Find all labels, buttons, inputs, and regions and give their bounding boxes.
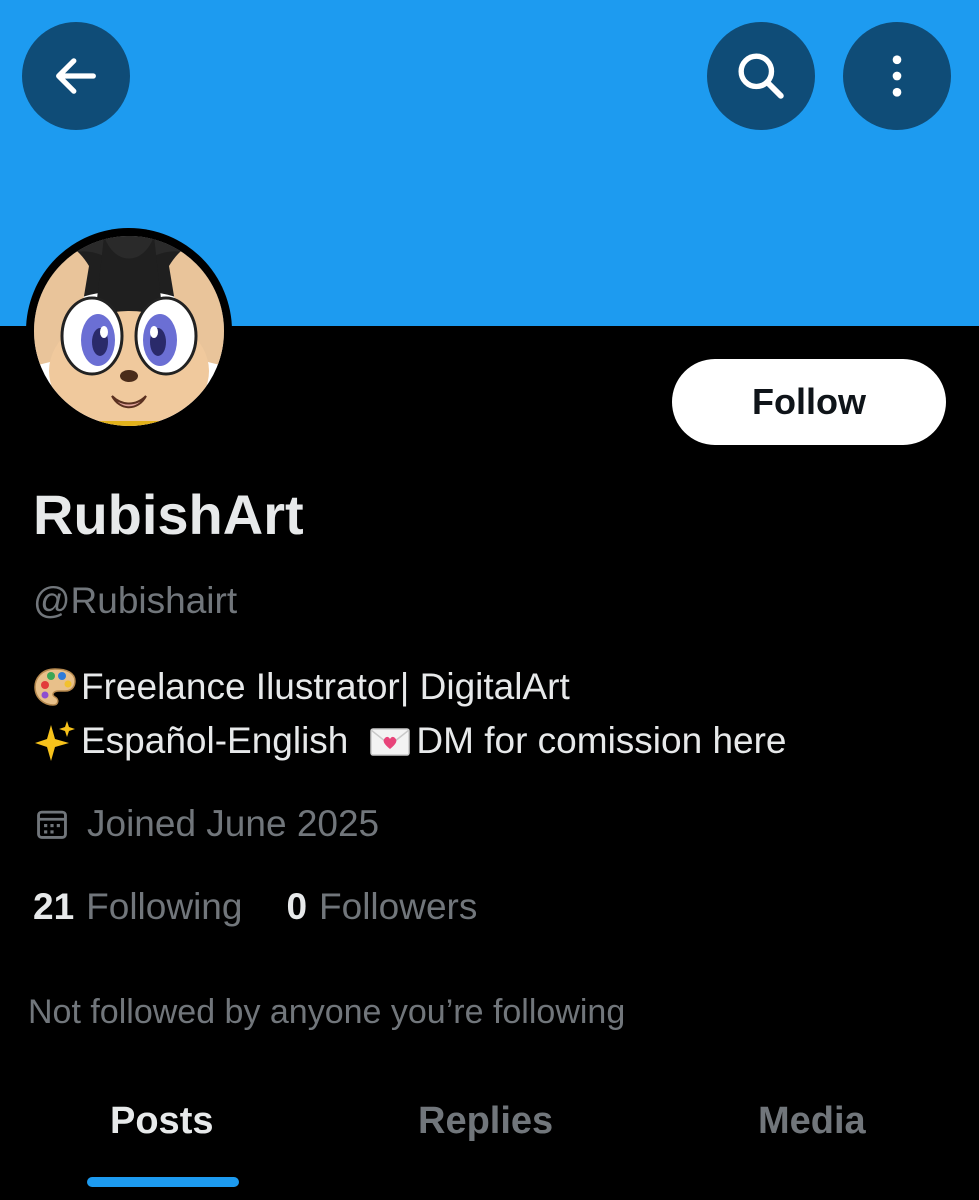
tab-posts[interactable]: Posts [110, 1100, 213, 1143]
username-handle: @Rubishairt [33, 580, 238, 621]
artist-palette-icon [34, 668, 76, 706]
calendar-icon [37, 810, 67, 839]
arrow-left-icon [56, 58, 96, 94]
love-letter-icon [370, 728, 411, 756]
follow-button[interactable]: Follow [672, 359, 946, 445]
tab-media[interactable]: Media [758, 1100, 866, 1143]
more-vertical-icon [892, 55, 902, 97]
bio-line-2a: Español-English [81, 720, 349, 761]
display-name: RubishArt [33, 483, 304, 546]
followers-count: 0 [286, 886, 308, 927]
following-link[interactable]: 21 Following [33, 886, 242, 928]
more-options-button[interactable] [843, 22, 951, 130]
joined-date: Joined June 2025 [33, 803, 379, 845]
avatar-image [34, 236, 224, 426]
bio-line-2b: DM for comission here [416, 720, 787, 761]
bio-line-1: Freelance Ilustrator| DigitalArt [81, 666, 570, 707]
following-label: Following [86, 886, 243, 927]
follow-stats: 21 Following 0 Followers [33, 886, 477, 928]
following-count: 21 [33, 886, 75, 927]
tab-replies[interactable]: Replies [418, 1100, 553, 1143]
followers-link[interactable]: 0 Followers [286, 886, 477, 928]
profile-bio: Freelance Ilustrator| DigitalArt Español… [33, 660, 787, 768]
search-button[interactable] [707, 22, 815, 130]
active-tab-indicator [87, 1177, 239, 1187]
sparkles-icon [35, 721, 75, 761]
search-icon [738, 53, 784, 99]
followers-label: Followers [319, 886, 478, 927]
profile-tabs: Posts Replies Media [0, 1080, 979, 1190]
mutual-followers-note: Not followed by anyone you’re following [28, 993, 626, 1031]
back-button[interactable] [22, 22, 130, 130]
joined-text: Joined June 2025 [87, 803, 380, 844]
avatar[interactable] [26, 228, 232, 434]
